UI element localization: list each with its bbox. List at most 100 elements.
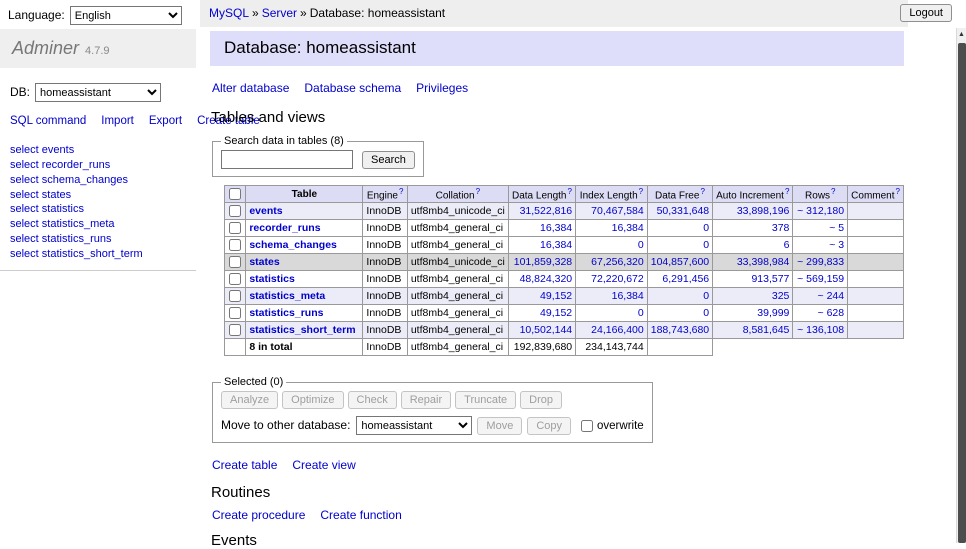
- row-checkbox[interactable]: [229, 256, 241, 268]
- row-checkbox[interactable]: [229, 290, 241, 302]
- data-free-link[interactable]: 0: [703, 222, 709, 234]
- table-link[interactable]: statistics_meta: [249, 290, 325, 302]
- auto-increment-link[interactable]: 33,898,196: [737, 205, 790, 217]
- index-length-link[interactable]: 16,384: [612, 290, 644, 302]
- rows-link[interactable]: ~ 244: [818, 290, 845, 302]
- language-select[interactable]: English: [70, 6, 182, 25]
- drop-button[interactable]: Drop: [520, 391, 562, 409]
- alter-database-link[interactable]: Alter database: [212, 81, 289, 95]
- overwrite-checkbox[interactable]: [581, 420, 593, 432]
- data-length-link[interactable]: 10,502,144: [520, 324, 573, 336]
- sidebar-action-import[interactable]: Import: [101, 115, 134, 127]
- analyze-button[interactable]: Analyze: [221, 391, 278, 409]
- table-link[interactable]: recorder_runs: [249, 222, 320, 234]
- table-link[interactable]: statistics_short_term: [249, 324, 355, 336]
- index-length-link[interactable]: 70,467,584: [591, 205, 644, 217]
- sidebar-select-statistics-short-term-link[interactable]: select statistics_short_term: [10, 248, 143, 260]
- create-procedure-link[interactable]: Create procedure: [212, 508, 305, 522]
- help-link[interactable]: ?: [785, 187, 789, 196]
- rows-link[interactable]: ~ 569,159: [797, 273, 844, 285]
- index-length-link[interactable]: 0: [638, 307, 644, 319]
- row-checkbox[interactable]: [229, 239, 241, 251]
- logout-button[interactable]: Logout: [900, 4, 952, 22]
- sidebar-select-events-link[interactable]: select events: [10, 144, 74, 156]
- sidebar-select-statistics-meta-link[interactable]: select statistics_meta: [10, 218, 115, 230]
- table-link[interactable]: events: [249, 205, 282, 217]
- data-free-link[interactable]: 50,331,648: [657, 205, 710, 217]
- index-length-link[interactable]: 16,384: [612, 222, 644, 234]
- breadcrumb-mysql-link[interactable]: MySQL: [209, 6, 249, 20]
- auto-increment-link[interactable]: 8,581,645: [743, 324, 790, 336]
- rows-link[interactable]: ~ 299,833: [797, 256, 844, 268]
- copy-button[interactable]: Copy: [527, 417, 571, 435]
- data-length-link[interactable]: 49,152: [540, 307, 572, 319]
- create-function-link[interactable]: Create function: [320, 508, 401, 522]
- breadcrumb-server-link[interactable]: Server: [262, 6, 297, 20]
- auto-increment-link[interactable]: 39,999: [757, 307, 789, 319]
- search-button[interactable]: Search: [362, 151, 415, 169]
- scrollbar-thumb[interactable]: [958, 43, 966, 543]
- sidebar-action-export[interactable]: Export: [149, 115, 182, 127]
- table-link[interactable]: schema_changes: [249, 239, 337, 251]
- database-schema-link[interactable]: Database schema: [304, 81, 401, 95]
- row-checkbox[interactable]: [229, 222, 241, 234]
- index-length-link[interactable]: 0: [638, 239, 644, 251]
- sidebar-action-sql-command[interactable]: SQL command: [10, 115, 86, 127]
- check-button[interactable]: Check: [348, 391, 397, 409]
- optimize-button[interactable]: Optimize: [282, 391, 343, 409]
- help-link[interactable]: ?: [476, 187, 480, 196]
- sidebar-select-states-link[interactable]: select states: [10, 189, 71, 201]
- data-length-link[interactable]: 48,824,320: [520, 273, 573, 285]
- db-select[interactable]: homeassistant: [35, 83, 161, 102]
- data-free-link[interactable]: 0: [703, 307, 709, 319]
- repair-button[interactable]: Repair: [401, 391, 451, 409]
- data-length-link[interactable]: 16,384: [540, 222, 572, 234]
- row-checkbox[interactable]: [229, 273, 241, 285]
- table-link[interactable]: statistics_runs: [249, 307, 323, 319]
- data-free-link[interactable]: 0: [703, 290, 709, 302]
- select-all-checkbox[interactable]: [229, 188, 241, 200]
- auto-increment-link[interactable]: 913,577: [751, 273, 789, 285]
- auto-increment-link[interactable]: 378: [772, 222, 790, 234]
- help-link[interactable]: ?: [639, 187, 643, 196]
- row-checkbox[interactable]: [229, 205, 241, 217]
- move-button[interactable]: Move: [477, 417, 522, 435]
- table-link[interactable]: states: [249, 256, 279, 268]
- help-link[interactable]: ?: [831, 187, 835, 196]
- table-link[interactable]: statistics: [249, 273, 295, 285]
- data-free-link[interactable]: 188,743,680: [651, 324, 709, 336]
- search-input[interactable]: [221, 150, 353, 169]
- help-link[interactable]: ?: [568, 187, 572, 196]
- adminer-logo[interactable]: Adminer4.7.9: [0, 29, 196, 68]
- help-link[interactable]: ?: [700, 187, 704, 196]
- data-length-link[interactable]: 49,152: [540, 290, 572, 302]
- auto-increment-link[interactable]: 33,398,984: [737, 256, 790, 268]
- data-free-link[interactable]: 104,857,600: [651, 256, 709, 268]
- row-checkbox[interactable]: [229, 307, 241, 319]
- rows-link[interactable]: ~ 3: [829, 239, 844, 251]
- rows-link[interactable]: ~ 136,108: [797, 324, 844, 336]
- sidebar-select-schema-changes-link[interactable]: select schema_changes: [10, 174, 128, 186]
- sidebar-select-recorder-runs-link[interactable]: select recorder_runs: [10, 159, 110, 171]
- data-free-link[interactable]: 6,291,456: [662, 273, 709, 285]
- help-link[interactable]: ?: [399, 187, 403, 196]
- rows-link[interactable]: ~ 312,180: [797, 205, 844, 217]
- index-length-link[interactable]: 72,220,672: [591, 273, 644, 285]
- scroll-up-arrow[interactable]: ▲: [957, 28, 966, 42]
- data-length-link[interactable]: 101,859,328: [514, 256, 572, 268]
- sidebar-select-statistics-link[interactable]: select statistics: [10, 203, 84, 215]
- truncate-button[interactable]: Truncate: [455, 391, 516, 409]
- create-table-link[interactable]: Create table: [212, 458, 277, 472]
- data-length-link[interactable]: 16,384: [540, 239, 572, 251]
- auto-increment-link[interactable]: 325: [772, 290, 790, 302]
- data-length-link[interactable]: 31,522,816: [520, 205, 573, 217]
- index-length-link[interactable]: 67,256,320: [591, 256, 644, 268]
- help-link[interactable]: ?: [896, 187, 900, 196]
- rows-link[interactable]: ~ 5: [829, 222, 844, 234]
- sidebar-select-statistics-runs-link[interactable]: select statistics_runs: [10, 233, 111, 245]
- row-checkbox[interactable]: [229, 324, 241, 336]
- data-free-link[interactable]: 0: [703, 239, 709, 251]
- index-length-link[interactable]: 24,166,400: [591, 324, 644, 336]
- rows-link[interactable]: ~ 628: [818, 307, 845, 319]
- move-db-select[interactable]: homeassistant: [356, 416, 472, 435]
